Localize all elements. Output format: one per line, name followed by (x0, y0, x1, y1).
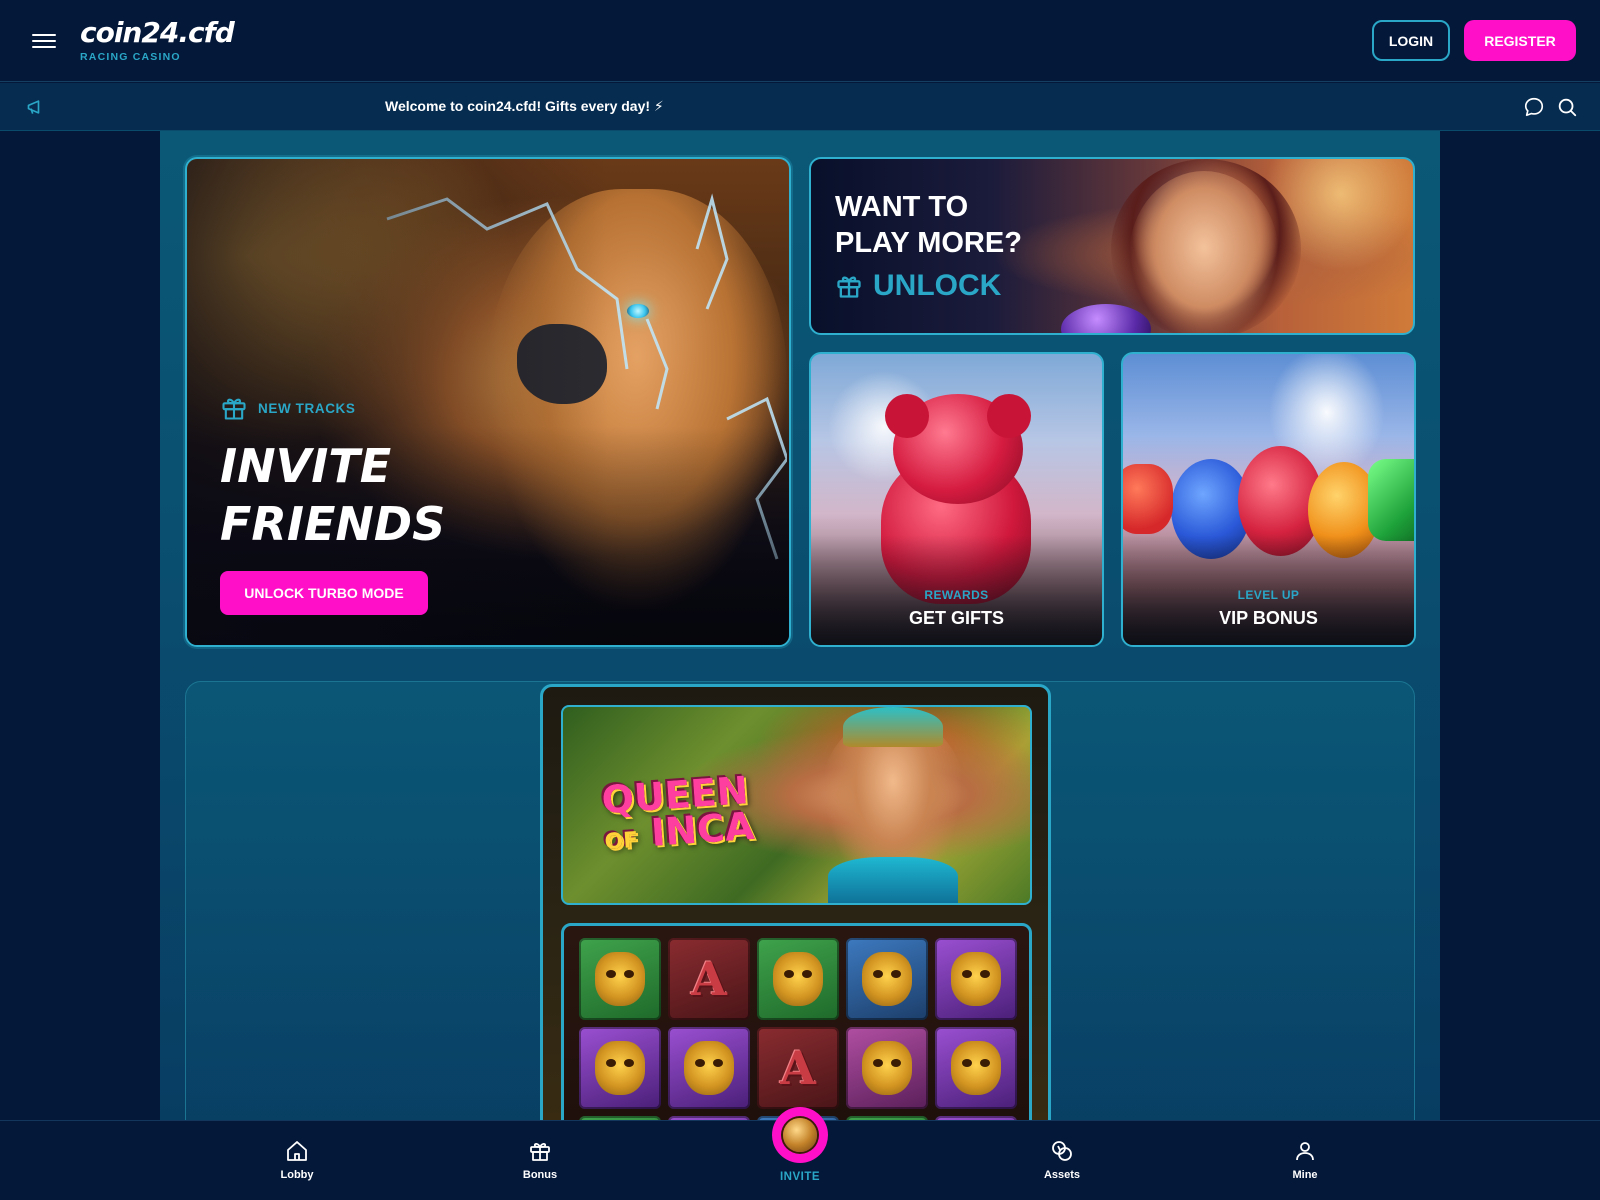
slot-symbol-letter: A (668, 938, 750, 1020)
register-button[interactable]: REGISTER (1464, 20, 1576, 61)
slot-symbol-mask (668, 1027, 750, 1109)
slot-symbol-mask (757, 938, 839, 1020)
green-gem-art (1368, 459, 1414, 541)
slot-symbol-mask (846, 938, 928, 1020)
logo-subtitle: RACING CASINO (80, 51, 181, 63)
nav-mine-label: Mine (1292, 1169, 1318, 1181)
invite-button[interactable] (772, 1107, 828, 1163)
promo-title: WANT TO PLAY MORE? (835, 189, 1022, 261)
gummy-bear-ear-art (885, 394, 929, 438)
coin-icon (783, 1118, 817, 1152)
promo-banner[interactable]: WANT TO PLAY MORE? UNLOCK (809, 157, 1415, 335)
nav-lobby[interactable]: Lobby (257, 1139, 337, 1181)
game-preview[interactable]: QUEEN OF INCA AA (540, 684, 1051, 1154)
promo-title-line2: PLAY MORE? (835, 227, 1022, 259)
chat-icon[interactable] (1523, 96, 1545, 118)
hero-tag: NEW TRACKS (220, 394, 356, 422)
announcement-text: Welcome to coin24.cfd! Gifts every day! … (385, 98, 664, 114)
gift-icon (222, 398, 246, 420)
game-logo-line2: INCA (649, 803, 756, 855)
hero-title-line1: INVITE (220, 439, 392, 493)
mask-icon (862, 1041, 912, 1095)
queen-of-inca-banner[interactable]: QUEEN OF INCA (561, 705, 1032, 905)
slot-symbol-letter-text: A (780, 1041, 816, 1095)
hero-tag-label: NEW TRACKS (258, 400, 356, 416)
search-icon[interactable] (1556, 96, 1578, 118)
game-logo: QUEEN OF INCA (600, 768, 756, 861)
slot-symbol-mask (579, 938, 661, 1020)
nav-assets-label: Assets (1043, 1169, 1081, 1181)
top-header: coin24.cfd RACING CASINO LOGIN REGISTER (0, 0, 1600, 82)
tile-label: REWARDS GET GIFTS (811, 588, 1102, 629)
nav-invite[interactable]: INVITE (760, 1107, 840, 1183)
nav-assets[interactable]: Assets (1022, 1139, 1102, 1181)
gift-icon (530, 1142, 550, 1161)
tile-title: VIP BONUS (1219, 608, 1318, 628)
promo-unlock[interactable]: UNLOCK (835, 269, 1001, 303)
hamburger-menu-icon[interactable] (32, 30, 56, 52)
slot-symbol-letter-text: A (691, 952, 727, 1006)
heart-candy-art (1123, 464, 1173, 534)
costume-art (828, 857, 958, 903)
promo-unlock-label: UNLOCK (873, 269, 1002, 302)
mask-icon (595, 952, 645, 1006)
promo-title-line1: WANT TO (835, 191, 969, 223)
megaphone-icon (27, 100, 40, 114)
nav-lobby-label: Lobby (280, 1169, 314, 1181)
mask-icon (862, 952, 912, 1006)
tile-subtitle: REWARDS (924, 588, 989, 602)
vip-bonus-tile[interactable]: LEVEL UP VIP BONUS (1121, 352, 1416, 647)
nav-bonus[interactable]: Bonus (500, 1139, 580, 1181)
mask-icon (951, 1041, 1001, 1095)
home-icon (287, 1141, 307, 1161)
nav-invite-label: INVITE (779, 1171, 821, 1183)
featured-game-section: QUEEN OF INCA AA (185, 681, 1415, 1154)
promo-character-art (1129, 171, 1279, 333)
nav-mine[interactable]: Mine (1265, 1139, 1345, 1181)
hero-title: INVITE FRIENDS (220, 437, 445, 553)
main-content: NEW TRACKS INVITE FRIENDS UNLOCK TURBO M… (160, 131, 1440, 1154)
slot-symbol-mask (579, 1027, 661, 1109)
tile-label: LEVEL UP VIP BONUS (1123, 588, 1414, 629)
site-logo[interactable]: coin24.cfd RACING CASINO (80, 16, 235, 63)
logo-text: coin24.cfd (80, 16, 235, 49)
slot-symbol-mask (935, 938, 1017, 1020)
mask-icon (773, 952, 823, 1006)
slot-symbol-mask (846, 1027, 928, 1109)
get-gifts-tile[interactable]: REWARDS GET GIFTS (809, 352, 1104, 647)
coins-icon (1052, 1141, 1072, 1161)
user-icon (1296, 1142, 1314, 1161)
hero-banner[interactable]: NEW TRACKS INVITE FRIENDS UNLOCK TURBO M… (185, 157, 791, 647)
tile-title: GET GIFTS (908, 608, 1004, 628)
bottom-navigation: Lobby Bonus INVITE Assets Mine (0, 1107, 1600, 1200)
gift-icon (837, 276, 861, 298)
crown-art (843, 707, 943, 747)
game-logo-of: OF (603, 827, 640, 856)
tile-subtitle: LEVEL UP (1237, 588, 1300, 602)
unlock-turbo-button[interactable]: UNLOCK TURBO MODE (220, 571, 428, 615)
mask-icon (951, 952, 1001, 1006)
mask-icon (595, 1041, 645, 1095)
slot-symbol-mask (935, 1027, 1017, 1109)
nav-bonus-label: Bonus (522, 1169, 558, 1181)
login-button[interactable]: LOGIN (1372, 20, 1450, 61)
slot-symbol-letter: A (757, 1027, 839, 1109)
gummy-bear-ear-art (987, 394, 1031, 438)
mask-icon (684, 1041, 734, 1095)
announcement-bar: Welcome to coin24.cfd! Gifts every day! … (0, 83, 1600, 131)
hero-title-line2: FRIENDS (220, 497, 446, 551)
